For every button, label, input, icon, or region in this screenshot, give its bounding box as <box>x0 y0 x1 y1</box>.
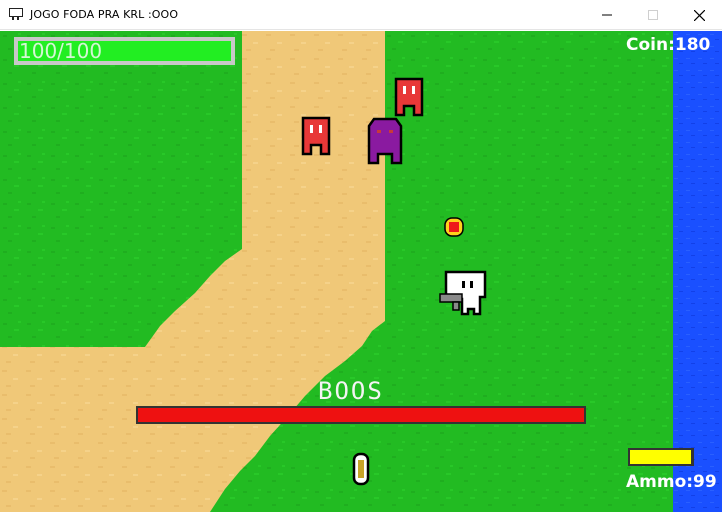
coin-counter: Coin:180 <box>626 35 711 55</box>
ammo-bar <box>628 448 694 466</box>
enemy-red-ghost <box>301 116 331 156</box>
terrain <box>0 31 722 512</box>
close-icon <box>693 9 705 21</box>
water-river <box>673 31 722 512</box>
boss-name-label: BOOS <box>318 377 384 405</box>
window-title: JOGO FODA PRA KRL :OOO <box>30 8 179 21</box>
maximize-icon <box>648 10 658 20</box>
game-canvas[interactable]: 100/100 Coin:180 BOOS Ammo:99 <box>0 31 722 512</box>
enemy-red-ghost <box>394 77 424 117</box>
health-text: 100/100 <box>19 39 103 63</box>
health-bar: 100/100 <box>14 37 235 65</box>
close-button[interactable] <box>676 0 722 30</box>
player-character <box>439 270 487 316</box>
boss-health-bar <box>136 406 586 424</box>
boss-health-bar-fill <box>138 408 584 422</box>
fireball-projectile <box>444 217 464 237</box>
maximize-button[interactable] <box>630 0 676 30</box>
minimize-button[interactable] <box>584 0 630 30</box>
ammo-bar-fill <box>630 450 691 464</box>
title-bar: JOGO FODA PRA KRL :OOO <box>0 0 722 30</box>
ammo-counter: Ammo:99 <box>626 472 717 492</box>
boss-enemy <box>367 117 403 165</box>
app-window-icon <box>9 8 23 20</box>
ammo-pickup <box>352 452 370 486</box>
minimize-icon <box>602 14 612 16</box>
